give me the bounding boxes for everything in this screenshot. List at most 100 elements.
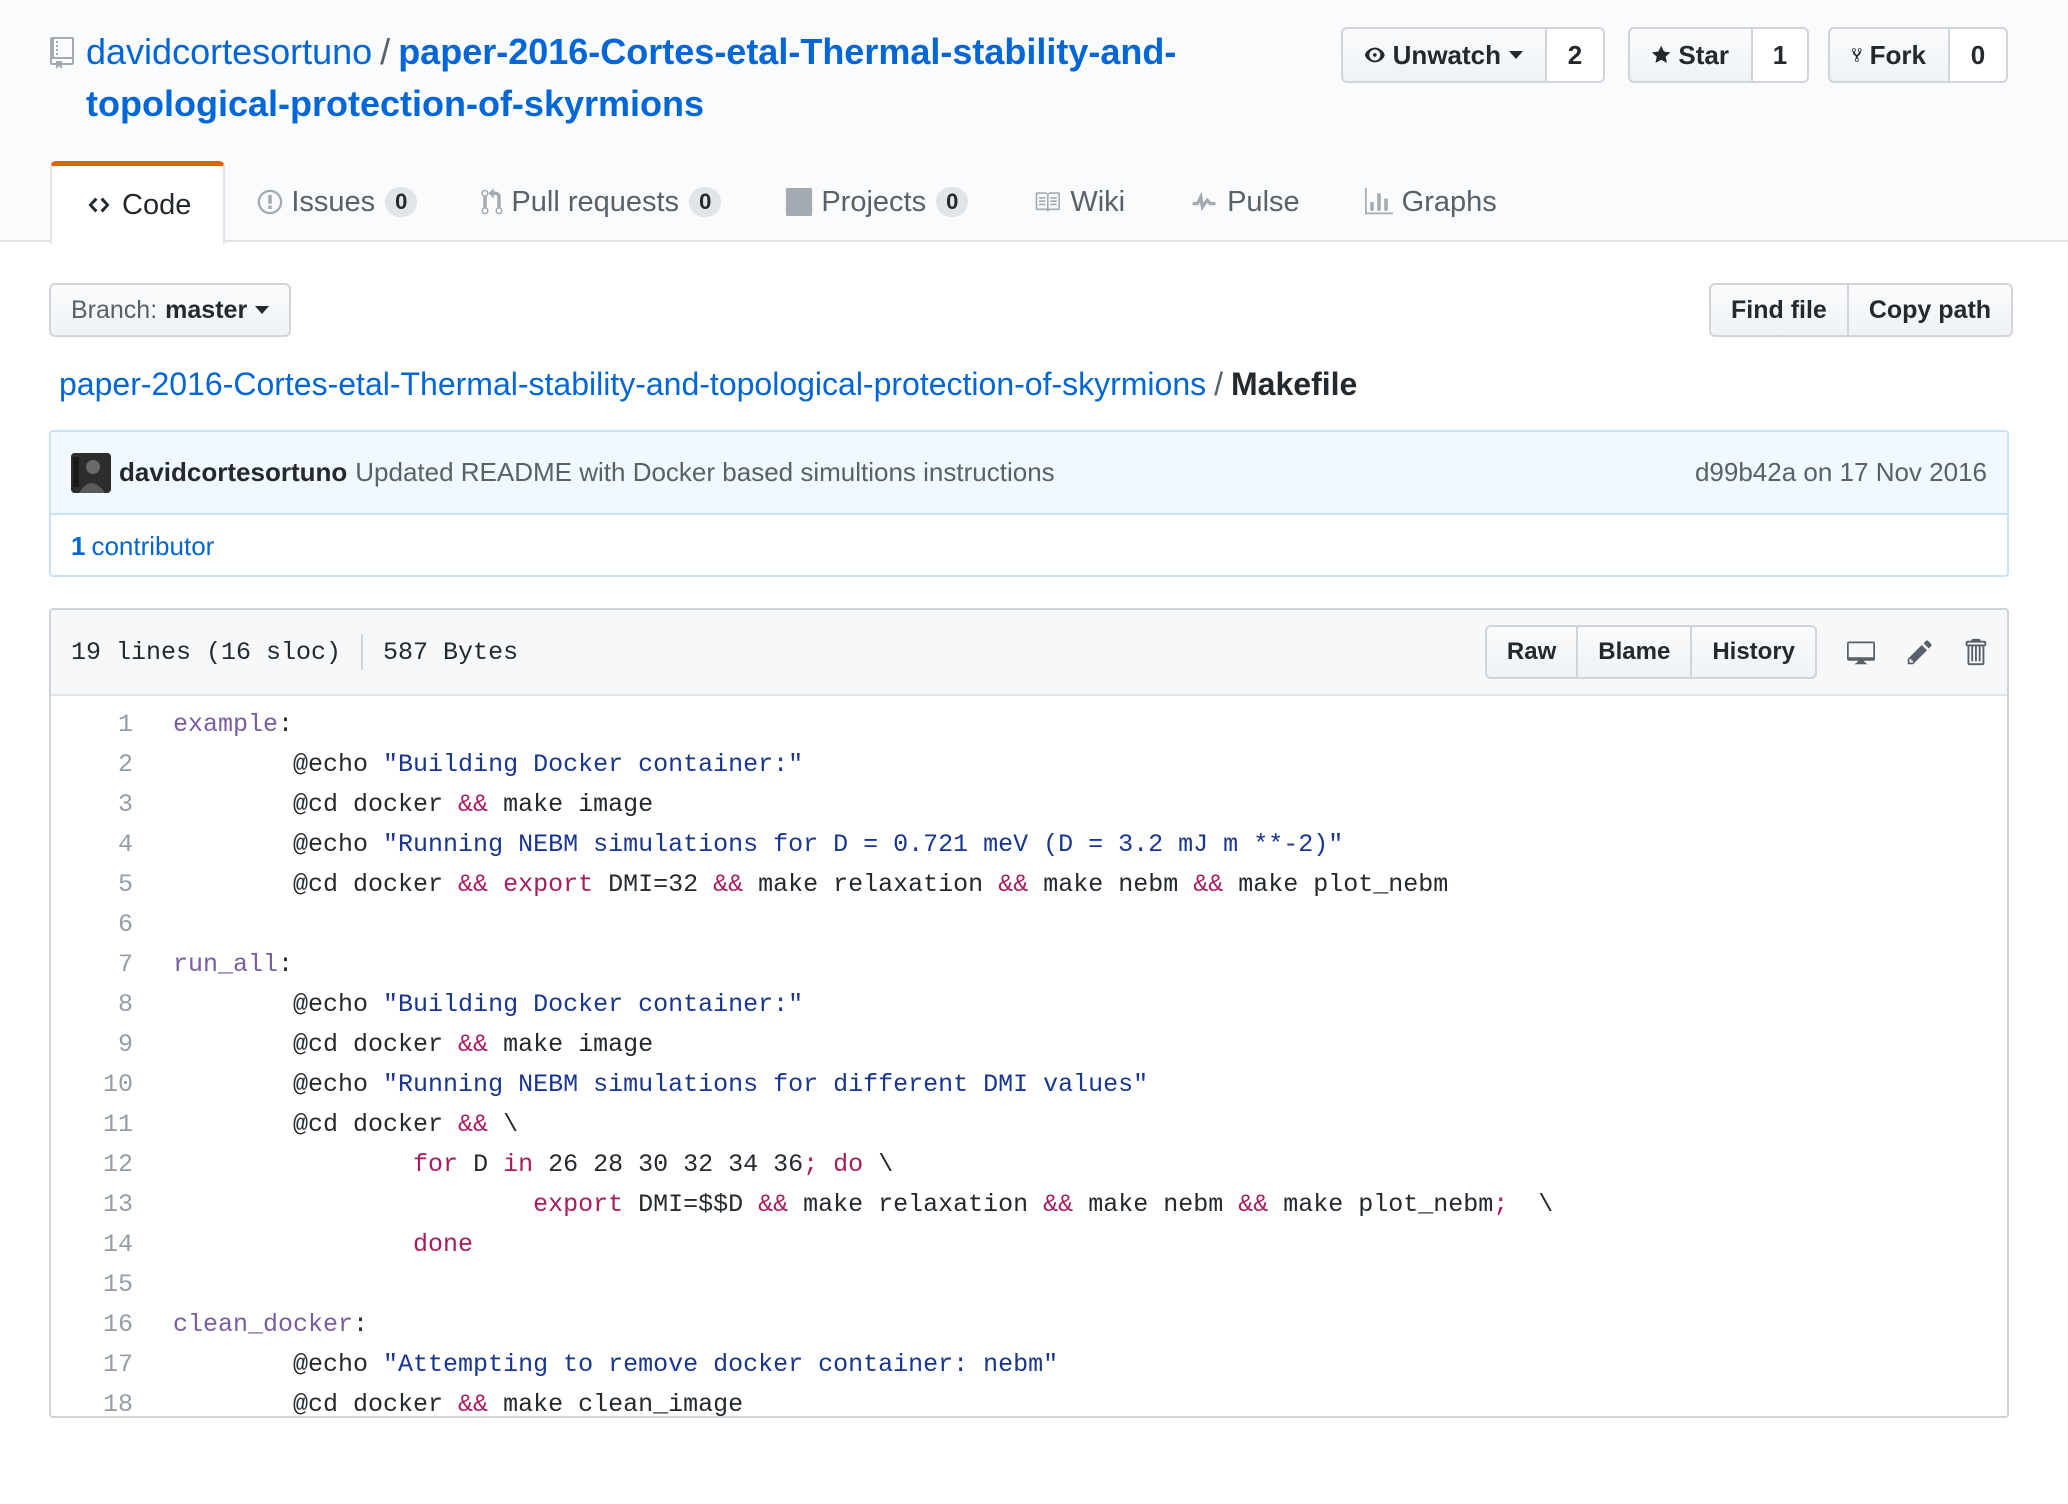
line-number[interactable]: 16 <box>51 1310 133 1339</box>
code-token: @cd docker <box>173 789 459 819</box>
tab-code[interactable]: Code <box>50 161 226 244</box>
code-token: @echo <box>173 989 384 1019</box>
code-token: @cd docker <box>173 1109 459 1139</box>
line-number[interactable]: 17 <box>51 1350 133 1379</box>
line-number[interactable]: 7 <box>51 950 133 979</box>
line-number[interactable]: 5 <box>51 870 133 899</box>
code-token: @echo <box>173 1069 384 1099</box>
code-token: \ <box>1508 1189 1554 1219</box>
code-token: 26 28 30 32 34 36 <box>533 1149 804 1179</box>
commit-message-link[interactable]: Updated README with Docker based simulti… <box>355 457 1054 488</box>
code-line: 16 clean_docker: <box>51 1304 2007 1344</box>
avatar[interactable] <box>71 452 111 493</box>
file-size: 587 Bytes <box>383 637 519 667</box>
code-token: && <box>458 789 489 819</box>
line-number[interactable]: 2 <box>51 750 133 779</box>
line-number[interactable]: 4 <box>51 830 133 859</box>
copy-path-button[interactable]: Copy path <box>1848 283 2014 337</box>
history-button[interactable]: History <box>1692 625 1817 679</box>
fork-button[interactable]: Fork <box>1828 27 1950 83</box>
code-line: 8 @echo "Building Docker container:" <box>51 984 2007 1024</box>
code-token: @cd docker <box>173 1389 459 1418</box>
tab-graphs[interactable]: Graphs <box>1332 161 1529 243</box>
breadcrumb: paper-2016-Cortes-etal-Thermal-stability… <box>59 362 1357 406</box>
commit-sha-link[interactable]: d99b42a <box>1695 457 1796 487</box>
code-line: 6 <box>51 904 2007 944</box>
branch-select-button[interactable]: Branch: master <box>49 283 292 337</box>
code-token: make nebm <box>1028 869 1194 899</box>
stargazers-count[interactable]: 1 <box>1753 27 1809 83</box>
line-number[interactable]: 12 <box>51 1150 133 1179</box>
desktop-icon[interactable] <box>1845 638 1877 666</box>
forks-count[interactable]: 0 <box>1950 27 2008 83</box>
code-token: make nebm <box>1073 1189 1239 1219</box>
code-line-content: @echo "Building Docker container:" <box>133 750 803 779</box>
pencil-icon[interactable] <box>1907 638 1933 666</box>
line-number[interactable]: 6 <box>51 910 133 939</box>
line-number[interactable]: 3 <box>51 790 133 819</box>
repo-name-line1[interactable]: paper-2016-Cortes-etal-Thermal-stability… <box>398 31 1176 72</box>
breadcrumb-file-name: Makefile <box>1231 366 1358 402</box>
line-number[interactable]: 8 <box>51 990 133 1019</box>
code-line: 14 done <box>51 1224 2007 1264</box>
code-line-content: run_all: <box>133 950 293 979</box>
code-token: for <box>413 1149 459 1179</box>
tab-graphs-label: Graphs <box>1401 185 1497 218</box>
code-line-content: @echo "Running NEBM simulations for diff… <box>133 1070 1148 1099</box>
repo-nav-tabs: Code Issues 0 Pull requests 0 Projects 0… <box>50 161 1529 244</box>
code-token: example <box>173 709 279 739</box>
file-view-buttons: Raw Blame History <box>1484 625 1817 679</box>
fork-label: Fork <box>1869 39 1926 70</box>
code-line: 9 @cd docker && make image <box>51 1024 2007 1064</box>
find-file-button[interactable]: Find file <box>1709 283 1849 337</box>
code-token: && <box>1238 1189 1269 1219</box>
blame-button[interactable]: Blame <box>1578 625 1693 679</box>
line-number[interactable]: 14 <box>51 1230 133 1259</box>
commit-author-link[interactable]: davidcortesortuno <box>119 457 347 488</box>
watchers-count[interactable]: 2 <box>1547 27 1605 83</box>
code-token: && <box>1193 869 1224 899</box>
code-line-content: @echo "Building Docker container:" <box>133 990 803 1019</box>
code-token: @cd docker <box>173 869 459 899</box>
tab-pull-requests[interactable]: Pull requests 0 <box>449 161 753 243</box>
line-number[interactable]: 15 <box>51 1270 133 1299</box>
file-info-divider <box>361 634 364 670</box>
tab-wiki[interactable]: Wiki <box>1000 161 1157 243</box>
tab-projects[interactable]: Projects 0 <box>753 161 1000 243</box>
star-label: Star <box>1678 39 1729 70</box>
code-line: 1 example: <box>51 704 2007 744</box>
repo-title: davidcortesortuno / paper-2016-Cortes-etal… <box>86 26 1336 130</box>
trashcan-icon[interactable] <box>1963 637 1987 667</box>
line-number[interactable]: 11 <box>51 1110 133 1139</box>
unwatch-button[interactable]: Unwatch <box>1341 27 1547 83</box>
line-number[interactable]: 10 <box>51 1070 133 1099</box>
raw-button[interactable]: Raw <box>1484 625 1579 679</box>
chevron-down-icon <box>255 306 270 314</box>
contributors-link[interactable]: 1 contributor <box>51 515 2007 577</box>
code-token: make plot_nebm <box>1268 1189 1494 1219</box>
line-number[interactable]: 1 <box>51 710 133 739</box>
repo-name-line2[interactable]: topological-protection-of-skyrmions <box>86 83 704 124</box>
file-lines-info: 19 lines (16 sloc) <box>71 637 342 667</box>
code-token: && <box>458 869 489 899</box>
tab-issues[interactable]: Issues 0 <box>225 161 449 243</box>
line-number[interactable]: 9 <box>51 1030 133 1059</box>
code-line: 11 @cd docker && \ <box>51 1104 2007 1144</box>
line-number[interactable]: 13 <box>51 1190 133 1219</box>
code-token: export <box>533 1189 624 1219</box>
contributors-label: contributor <box>91 530 215 561</box>
breadcrumb-repo-link[interactable]: paper-2016-Cortes-etal-Thermal-stability… <box>59 366 1206 402</box>
star-button[interactable]: Star <box>1628 27 1753 83</box>
line-number[interactable]: 18 <box>51 1390 133 1417</box>
unwatch-label: Unwatch <box>1392 39 1501 70</box>
file-header: 19 lines (16 sloc) 587 Bytes Raw Blame H… <box>51 610 2007 696</box>
tab-pulse[interactable]: Pulse <box>1157 161 1332 243</box>
code-token: && <box>1043 1189 1074 1219</box>
code-line: 7 run_all: <box>51 944 2007 984</box>
tab-pulse-label: Pulse <box>1227 185 1300 218</box>
code-token: @echo <box>173 829 384 859</box>
repo-owner-link[interactable]: davidcortesortuno <box>86 31 372 72</box>
code-token: "Running NEBM simulations for different … <box>383 1069 1149 1099</box>
commit-tease: davidcortesortuno Updated README with Do… <box>51 432 2007 515</box>
